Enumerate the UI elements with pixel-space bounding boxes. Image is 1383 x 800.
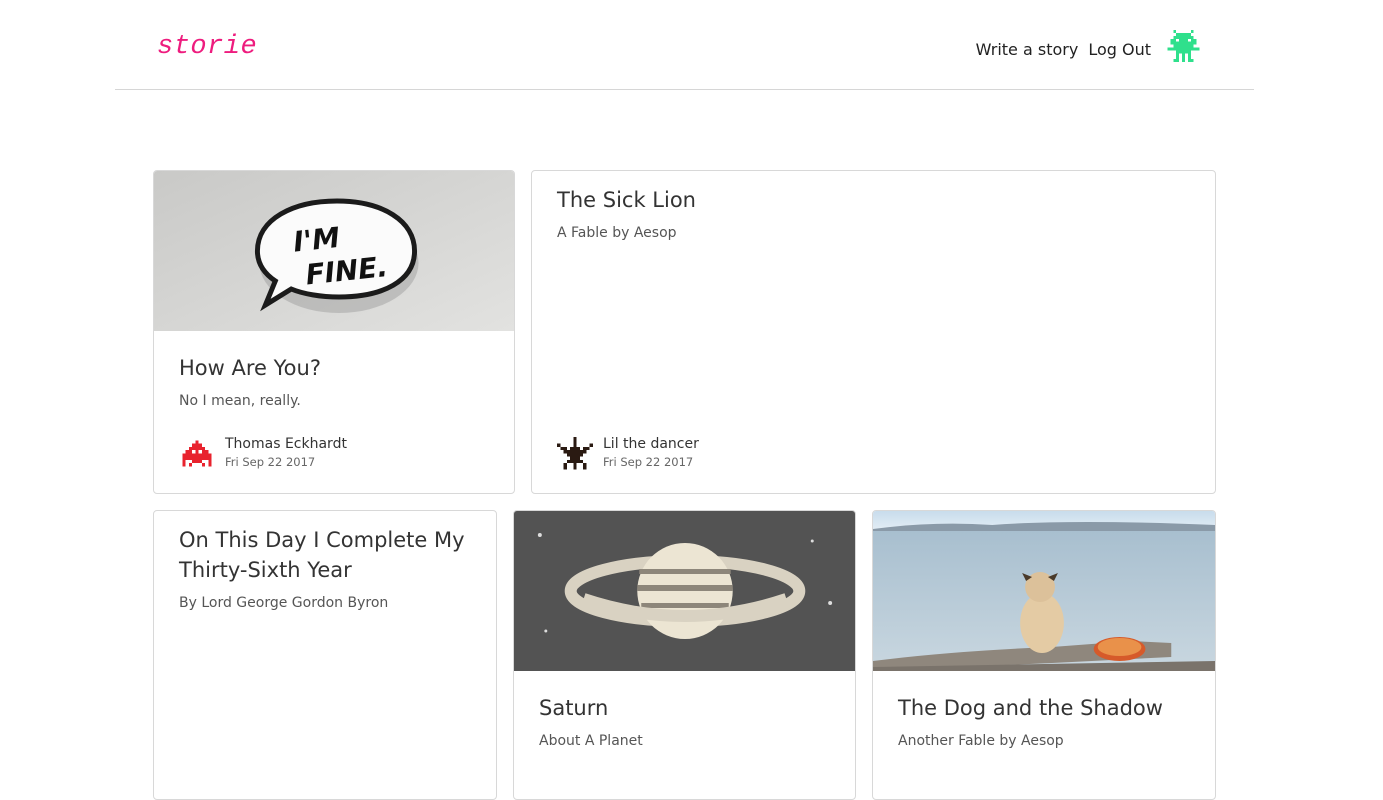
site-logo[interactable]: storie bbox=[157, 32, 257, 62]
story-title[interactable]: How Are You? bbox=[179, 353, 321, 383]
write-story-link[interactable]: Write a story bbox=[976, 40, 1079, 59]
author-avatar-icon bbox=[182, 440, 212, 467]
top-nav: storie Write a story Log Out bbox=[115, 0, 1254, 90]
story-title[interactable]: Saturn bbox=[539, 693, 608, 723]
author-name[interactable]: Lil the dancer bbox=[603, 435, 699, 453]
author-avatar-icon bbox=[557, 437, 593, 470]
story-card[interactable]: Saturn About A Planet bbox=[513, 510, 856, 800]
story-cover-image bbox=[873, 511, 1215, 671]
story-subtitle: A Fable by Aesop bbox=[557, 225, 677, 241]
story-cover-image bbox=[514, 511, 855, 671]
story-date: Fri Sep 22 2017 bbox=[603, 455, 694, 469]
logout-link[interactable]: Log Out bbox=[1088, 40, 1151, 59]
story-date: Fri Sep 22 2017 bbox=[225, 455, 316, 469]
story-card[interactable]: I'M FINE. How Are You? No I mean, really… bbox=[153, 170, 515, 494]
story-subtitle: About A Planet bbox=[539, 733, 643, 749]
story-author: Lil the dancer Fri Sep 22 2017 bbox=[557, 435, 699, 473]
story-title[interactable]: The Dog and the Shadow bbox=[898, 693, 1163, 723]
story-title[interactable]: The Sick Lion bbox=[557, 185, 696, 215]
story-card[interactable]: The Sick Lion A Fable by Aesop Lil the d… bbox=[531, 170, 1216, 494]
author-name[interactable]: Thomas Eckhardt bbox=[225, 435, 347, 453]
story-title[interactable]: On This Day I Complete My Thirty-Sixth Y… bbox=[179, 525, 479, 585]
user-avatar-icon[interactable] bbox=[1167, 30, 1200, 68]
story-cover-image: I'M FINE. bbox=[154, 171, 514, 331]
story-author: Thomas Eckhardt Fri Sep 22 2017 bbox=[179, 435, 347, 473]
story-subtitle: Another Fable by Aesop bbox=[898, 733, 1064, 749]
story-card[interactable]: On This Day I Complete My Thirty-Sixth Y… bbox=[153, 510, 497, 800]
story-subtitle: By Lord George Gordon Byron bbox=[179, 595, 389, 611]
story-subtitle: No I mean, really. bbox=[179, 393, 301, 409]
nav-links: Write a story Log Out bbox=[966, 30, 1200, 68]
story-card[interactable]: The Dog and the Shadow Another Fable by … bbox=[872, 510, 1216, 800]
